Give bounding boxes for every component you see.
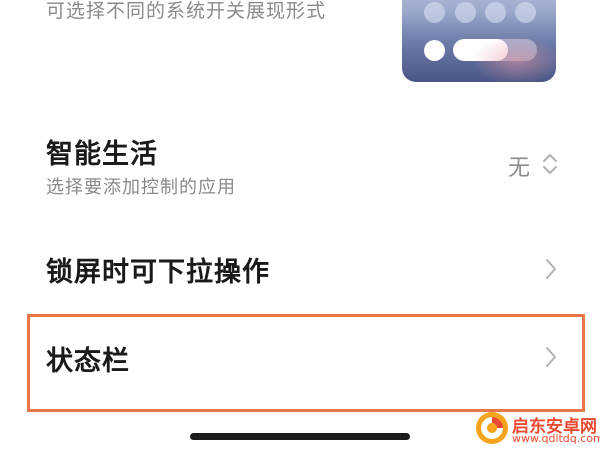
smart-life-title: 智能生活 (46, 139, 158, 170)
lockscreen-pulldown-row[interactable]: 锁屏时可下拉操作 (0, 230, 600, 310)
home-indicator[interactable] (190, 433, 410, 440)
preview-slider-fill (453, 39, 509, 61)
preview-toggle-dot (455, 2, 476, 23)
preview-brightness-dot (424, 40, 445, 61)
up-down-chevron-icon[interactable] (542, 151, 558, 177)
chevron-right-icon (546, 259, 556, 279)
watermark-logo-icon (476, 412, 508, 444)
system-display-description: 可选择不同的系统开关展现形式 (46, 0, 327, 22)
smart-life-value: 无 (507, 156, 530, 181)
smart-life-subtitle: 选择要添加控制的应用 (46, 177, 236, 198)
smart-life-row[interactable]: 智能生活 选择要添加控制的应用 无 (0, 120, 600, 215)
watermark-url: www.qdltdq.com (512, 432, 600, 445)
watermark: 启东安卓网 www.qdltdq.com (471, 408, 600, 450)
settings-screen: 可选择不同的系统开关展现形式 智能生活 选择要添加控制的应用 无 锁屏时可下拉操… (0, 0, 600, 450)
preview-toggle-dot (515, 2, 536, 23)
preview-toggle-dot (424, 2, 445, 23)
lockscreen-pulldown-title: 锁屏时可下拉操作 (46, 257, 270, 288)
control-center-preview-icon[interactable] (402, 0, 556, 82)
preview-slider (453, 39, 537, 61)
highlight-annotation-box (27, 314, 585, 412)
preview-toggle-dot (485, 2, 506, 23)
